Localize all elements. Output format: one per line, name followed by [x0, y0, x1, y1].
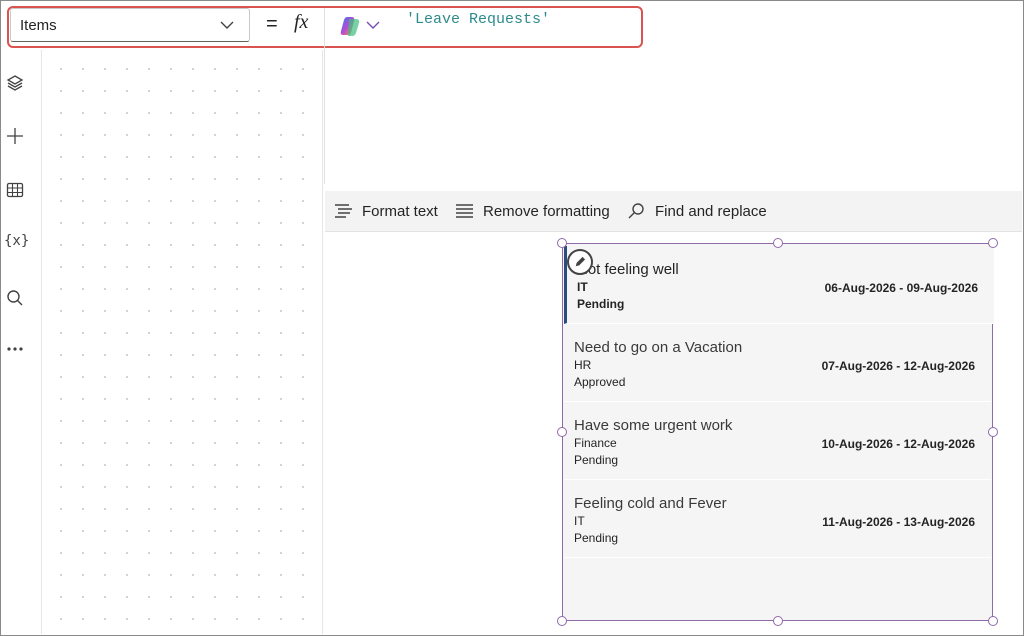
row-title: Need to go on a Vacation	[574, 339, 743, 356]
format-text-icon	[335, 204, 352, 218]
row-department: HR	[574, 358, 592, 372]
row-department: IT	[574, 514, 585, 528]
row-status: Pending	[577, 297, 625, 311]
layers-icon[interactable]	[5, 73, 25, 93]
left-rail: {x}	[1, 50, 42, 634]
gallery-row[interactable]: Need to go on a Vacation HR Approved 07-…	[564, 324, 991, 402]
row-title: Feeling cold and Fever	[574, 495, 727, 512]
row-dates: 07-Aug-2026 - 12-Aug-2026	[821, 359, 975, 373]
find-replace-label: Find and replace	[655, 202, 767, 220]
search-icon	[628, 203, 644, 219]
copilot-chevron-icon[interactable]	[366, 18, 380, 32]
row-title: Have some urgent work	[574, 417, 733, 434]
row-department: Finance	[574, 436, 617, 450]
resize-handle[interactable]	[988, 616, 998, 626]
formula-input[interactable]: 'Leave Requests'	[406, 11, 550, 28]
more-icon[interactable]	[5, 339, 25, 359]
find-replace-button[interactable]: Find and replace	[627, 200, 767, 222]
row-status: Approved	[574, 375, 626, 389]
remove-formatting-icon	[456, 204, 473, 218]
resize-handle[interactable]	[557, 616, 567, 626]
edit-template-icon[interactable]	[567, 249, 593, 275]
equals-sign: =	[266, 13, 278, 35]
row-status: Pending	[574, 453, 619, 467]
resize-handle[interactable]	[557, 238, 567, 248]
resize-handle[interactable]	[557, 427, 567, 437]
variables-icon[interactable]: {x}	[4, 233, 29, 253]
leave-requests-gallery[interactable]: Not feeling well IT Pending 06-Aug-2026 …	[562, 243, 994, 621]
property-dropdown[interactable]: Items	[10, 8, 250, 42]
format-text-button[interactable]: Format text	[334, 200, 438, 222]
format-text-label: Format text	[362, 202, 438, 220]
table-icon[interactable]	[5, 180, 25, 200]
tree-view-panel	[42, 50, 323, 634]
row-department: IT	[577, 280, 588, 294]
row-dates: 10-Aug-2026 - 12-Aug-2026	[821, 437, 975, 451]
chevron-down-icon	[220, 21, 234, 29]
property-dropdown-label: Items	[20, 17, 57, 34]
divider	[324, 8, 325, 184]
row-dates: 06-Aug-2026 - 09-Aug-2026	[824, 281, 978, 295]
resize-handle[interactable]	[773, 616, 783, 626]
search-icon[interactable]	[5, 288, 25, 308]
add-icon[interactable]	[5, 126, 25, 146]
remove-formatting-button[interactable]: Remove formatting	[455, 200, 610, 222]
gallery-row[interactable]: Feeling cold and Fever IT Pending 11-Aug…	[564, 480, 991, 558]
formula-format-toolbar: Format text Remove formatting Find and r…	[325, 191, 1022, 232]
resize-handle[interactable]	[773, 238, 783, 248]
copilot-icon[interactable]	[339, 15, 361, 37]
gallery-row[interactable]: Not feeling well IT Pending 06-Aug-2026 …	[564, 246, 994, 324]
resize-handle[interactable]	[988, 238, 998, 248]
fx-icon[interactable]: fx	[294, 11, 308, 34]
gallery-row[interactable]: Have some urgent work Finance Pending 10…	[564, 402, 991, 480]
row-status: Pending	[574, 531, 619, 545]
remove-formatting-label: Remove formatting	[483, 202, 610, 220]
row-dates: 11-Aug-2026 - 13-Aug-2026	[822, 515, 975, 529]
resize-handle[interactable]	[988, 427, 998, 437]
